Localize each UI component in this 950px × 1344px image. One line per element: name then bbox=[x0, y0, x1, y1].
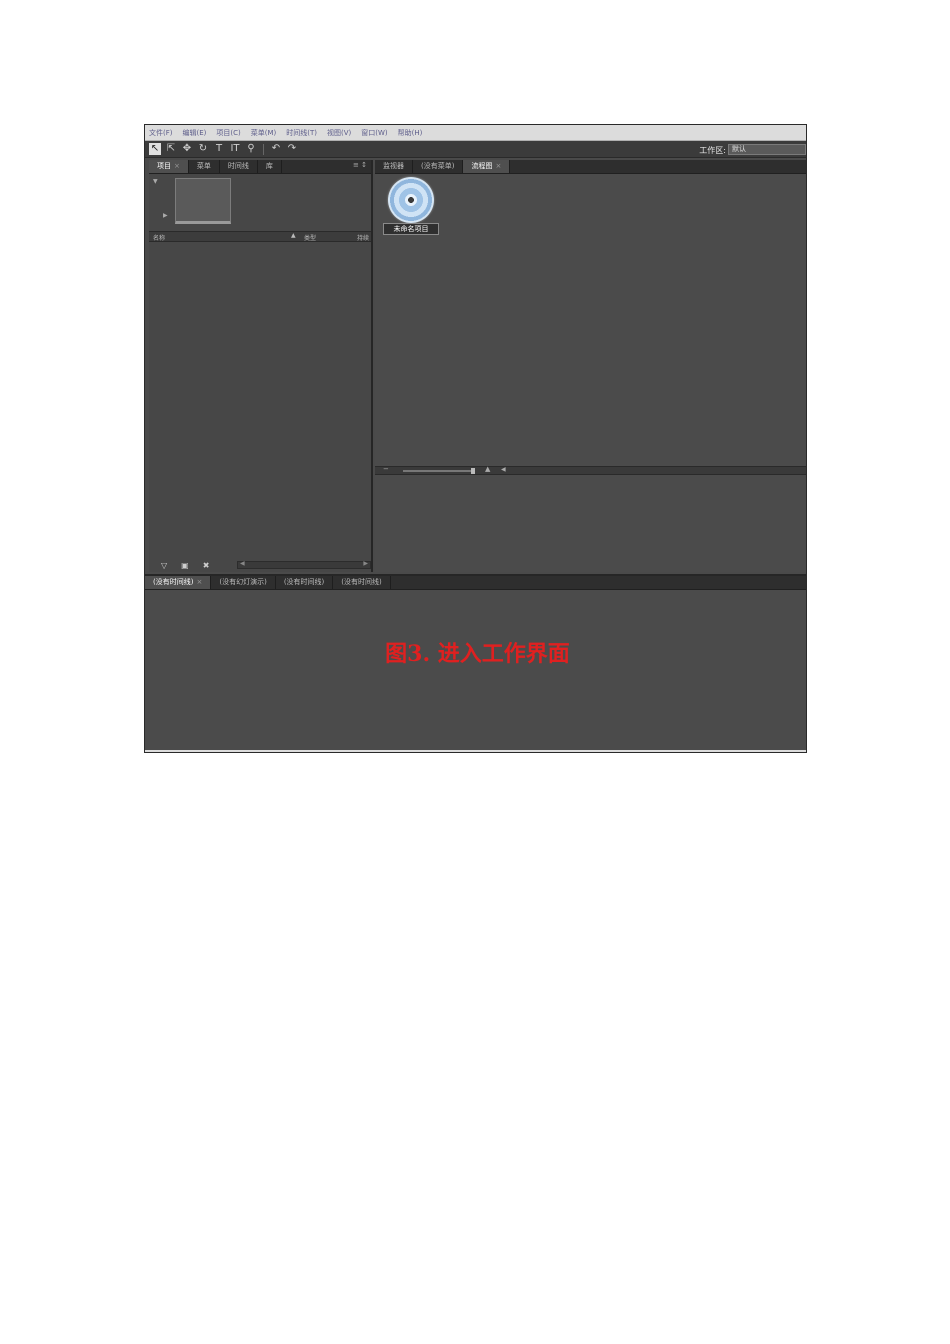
menu-help[interactable]: 帮助(H) bbox=[398, 128, 423, 138]
filter-icon[interactable]: ▽ bbox=[161, 561, 167, 570]
close-icon[interactable]: × bbox=[174, 162, 180, 170]
menu-timeline[interactable]: 时间线(T) bbox=[286, 128, 317, 138]
text-icon[interactable]: T bbox=[213, 143, 225, 155]
menu-file[interactable]: 文件(F) bbox=[149, 128, 173, 138]
status-strip bbox=[145, 750, 806, 752]
close-icon[interactable]: × bbox=[196, 578, 202, 586]
tab-flowchart-label: 流程图 bbox=[471, 162, 493, 170]
tab-no-menu[interactable]: (没有菜单) bbox=[413, 160, 464, 173]
figure-caption: 图3. 进入工作界面 bbox=[385, 641, 570, 667]
preview-thumbnail bbox=[175, 178, 231, 224]
redo-icon[interactable]: ↷ bbox=[286, 143, 298, 155]
scroll-right-icon[interactable]: ▶ bbox=[363, 560, 368, 567]
column-type[interactable]: 类型 bbox=[304, 233, 316, 242]
tab-monitor[interactable]: 监视器 bbox=[375, 160, 413, 173]
close-icon[interactable]: × bbox=[495, 162, 501, 170]
expand-arrow-icon[interactable]: ▼ bbox=[153, 178, 158, 185]
sort-icon[interactable]: ▲ bbox=[291, 232, 296, 239]
tab-no-timeline-1-label: (没有时间线) bbox=[153, 578, 194, 586]
tab-no-slideshow[interactable]: (没有幻灯演示) bbox=[211, 576, 276, 589]
main-panel-tabs: 监视器 (没有菜单) 流程图 × bbox=[375, 160, 806, 174]
menu-project[interactable]: 项目(C) bbox=[216, 128, 240, 138]
project-panel: 项目 × 菜单 时间线 库 ≡ ↕ ▼ ▶ 名称 ▲ 类型 持续 ▽ ▣ ✖ ◀ … bbox=[149, 160, 373, 572]
undo-icon[interactable]: ↶ bbox=[270, 143, 282, 155]
menu-edit[interactable]: 编辑(E) bbox=[183, 128, 207, 138]
panel-menu-icon[interactable]: ≡ ↕ bbox=[353, 161, 367, 169]
menu-window[interactable]: 窗口(W) bbox=[361, 128, 387, 138]
zoom-in-icon[interactable]: ▲ bbox=[485, 465, 490, 473]
horizontal-scrollbar[interactable]: ◀ ▶ bbox=[237, 560, 371, 569]
zoom-icon[interactable]: ⚲ bbox=[245, 143, 257, 155]
vertical-text-icon[interactable]: IT bbox=[229, 143, 241, 155]
direct-select-icon[interactable]: ⇱ bbox=[165, 143, 177, 155]
new-item-icon[interactable]: ▣ bbox=[181, 561, 189, 570]
tab-no-timeline-1[interactable]: (没有时间线) × bbox=[145, 576, 212, 589]
zoom-slider-track[interactable] bbox=[403, 470, 473, 472]
application-window: 文件(F) 编辑(E) 项目(C) 菜单(M) 时间线(T) 视图(V) 窗口(… bbox=[144, 124, 807, 753]
project-node-label: 未命名项目 bbox=[383, 223, 439, 235]
tab-no-timeline-2[interactable]: (没有时间线) bbox=[276, 576, 334, 589]
tool-bar: ↖ ⇱ ✥ ↻ T IT ⚲ ↶ ↷ 工作区: 默认 bbox=[145, 141, 806, 158]
menu-bar: 文件(F) 编辑(E) 项目(C) 菜单(M) 时间线(T) 视图(V) 窗口(… bbox=[145, 125, 806, 141]
scroll-left-icon[interactable]: ◀ bbox=[501, 466, 506, 473]
zoom-bar: − ▲ ◀ bbox=[375, 465, 806, 475]
scroll-left-icon[interactable]: ◀ bbox=[240, 560, 245, 567]
selection-icon[interactable]: ↖ bbox=[149, 143, 161, 155]
timeline-panel: (没有时间线) × (没有幻灯演示) (没有时间线) (没有时间线) 图3. 进入… bbox=[145, 574, 806, 752]
tab-menu[interactable]: 菜单 bbox=[189, 160, 220, 173]
tab-no-timeline-3[interactable]: (没有时间线) bbox=[333, 576, 391, 589]
flowchart-panel: 监视器 (没有菜单) 流程图 × 未命名项目 − ▲ ◀ bbox=[375, 160, 806, 572]
column-header: 名称 ▲ 类型 持续 bbox=[149, 231, 371, 242]
tab-timeline[interactable]: 时间线 bbox=[220, 160, 258, 173]
zoom-slider-handle[interactable] bbox=[471, 468, 475, 474]
toolbar-divider bbox=[263, 143, 264, 155]
rotate-icon[interactable]: ↻ bbox=[197, 143, 209, 155]
tab-project-label: 项目 bbox=[157, 162, 171, 170]
move-icon[interactable]: ✥ bbox=[181, 143, 193, 155]
play-icon[interactable]: ▶ bbox=[163, 212, 168, 219]
workspace-label: 工作区: bbox=[699, 146, 726, 155]
tab-flowchart[interactable]: 流程图 × bbox=[463, 160, 511, 173]
menu-view[interactable]: 视图(V) bbox=[327, 128, 351, 138]
disc-icon bbox=[388, 177, 434, 223]
zoom-out-icon[interactable]: − bbox=[383, 465, 389, 473]
column-name[interactable]: 名称 bbox=[153, 233, 165, 242]
workspace-select[interactable]: 默认 bbox=[728, 144, 806, 155]
tab-library[interactable]: 库 bbox=[258, 160, 282, 173]
delete-icon[interactable]: ✖ bbox=[203, 561, 210, 570]
menu-menu[interactable]: 菜单(M) bbox=[251, 128, 277, 138]
project-node[interactable]: 未命名项目 bbox=[383, 177, 439, 235]
column-duration[interactable]: 持续 bbox=[357, 233, 369, 242]
tab-project[interactable]: 项目 × bbox=[149, 160, 189, 173]
timeline-tabs: (没有时间线) × (没有幻灯演示) (没有时间线) (没有时间线) bbox=[145, 576, 806, 590]
project-panel-tabs: 项目 × 菜单 时间线 库 ≡ ↕ bbox=[149, 160, 371, 174]
